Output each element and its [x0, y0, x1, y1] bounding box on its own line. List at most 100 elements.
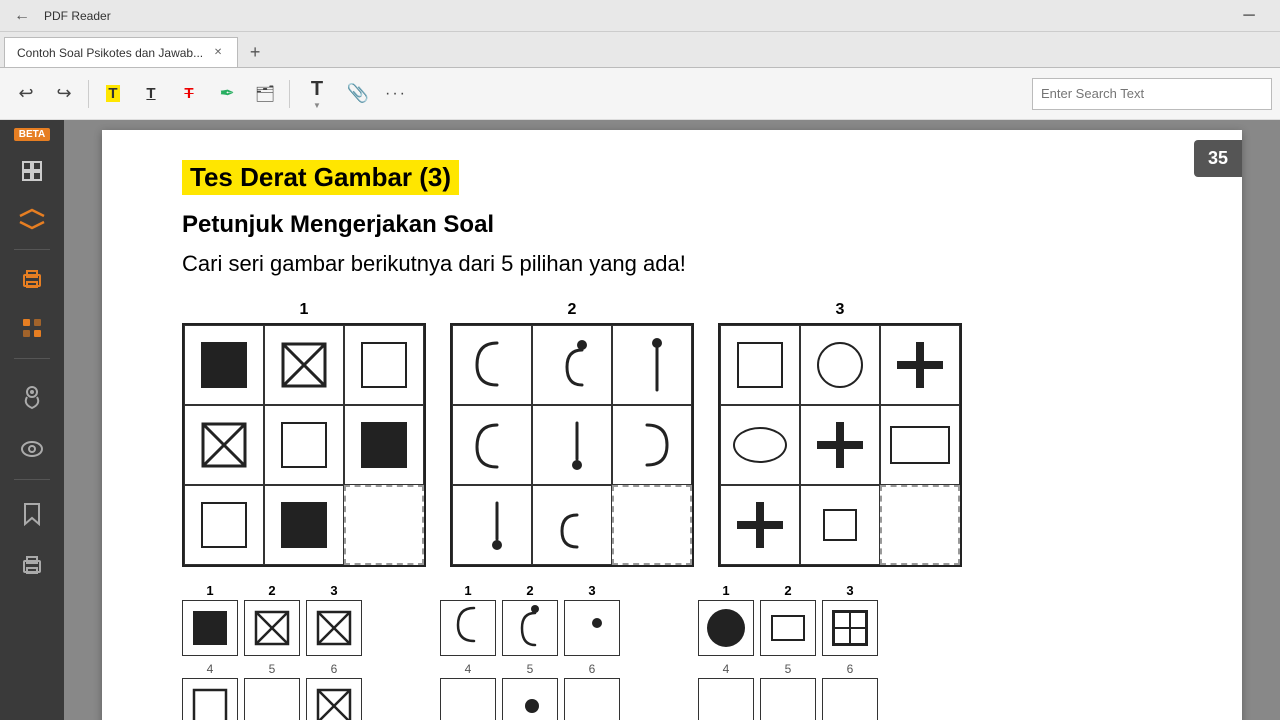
pdf-page: 35 Tes Derat Gambar (3) Petunjuk Mengerj…: [102, 130, 1242, 720]
puzzle-cell: [264, 405, 344, 485]
eye-icon: [20, 440, 44, 458]
answer-cell-5: [760, 678, 816, 720]
small-rect-shape: [817, 502, 863, 548]
hook-shape-right: [627, 415, 677, 475]
attach-icon: 📎: [347, 83, 369, 104]
answer-set-3: 1 2 3: [698, 583, 878, 720]
app-title: PDF Reader: [44, 9, 1226, 23]
tab-document[interactable]: Contoh Soal Psikotes dan Jawab... ✕: [4, 37, 238, 67]
page-body-text: Cari seri gambar berikutnya dari 5 pilih…: [182, 251, 1182, 277]
puzzles-row: 1: [182, 301, 1182, 567]
highlight-text-button[interactable]: T: [95, 74, 131, 114]
answer-row-top: 1 2: [440, 583, 620, 656]
answer-1-2: 2: [244, 583, 300, 656]
insert-text-button[interactable]: T ▼: [296, 74, 338, 114]
hook-shape: [467, 415, 517, 475]
answer-2-2: 2: [502, 583, 558, 656]
answer-3-2: 2: [760, 583, 816, 656]
x-box-shape: [253, 609, 291, 647]
undo-icon: ↩: [18, 83, 33, 104]
pen-button[interactable]: ✒: [209, 76, 245, 112]
puzzle-1-number: 1: [300, 301, 309, 319]
black-square-shape: [201, 342, 247, 388]
sidebar-divider-1: [14, 249, 50, 250]
strikethrough-text-button[interactable]: T: [171, 74, 207, 114]
answer-cell-5: [502, 678, 558, 720]
puzzle-2-grid: [450, 323, 694, 567]
convert-icon: [18, 208, 46, 230]
sidebar-item-grid[interactable]: [10, 149, 54, 193]
page-number-badge: 35: [1194, 140, 1242, 177]
insert-text-caret: ▼: [313, 101, 321, 110]
puzzle-cell: [612, 325, 692, 405]
bookmark-icon: [23, 502, 41, 526]
beta-badge: BETA: [14, 128, 50, 141]
pdf-content-area: 35 Tes Derat Gambar (3) Petunjuk Mengerj…: [64, 120, 1280, 720]
title-bar: ← PDF Reader ─: [0, 0, 1280, 32]
redo-button[interactable]: ↪: [46, 76, 82, 112]
puzzle-cell: [880, 405, 960, 485]
empty-square-shape: [361, 342, 407, 388]
underline-text-icon: T: [146, 85, 155, 102]
hook-shape: [448, 603, 488, 653]
sidebar-item-eye[interactable]: [10, 427, 54, 471]
search-box[interactable]: [1032, 78, 1272, 110]
underline-text-button[interactable]: T: [133, 74, 169, 114]
rect-wide-shape: [890, 426, 950, 464]
sidebar-divider-2: [14, 358, 50, 359]
puzzle-3-grid: [718, 323, 962, 567]
hook-small-shape: [547, 495, 597, 555]
sidebar-item-convert[interactable]: [10, 197, 54, 241]
puzzle-cell: [720, 485, 800, 565]
puzzle-cell: [452, 405, 532, 485]
sidebar-item-printer2[interactable]: [10, 544, 54, 588]
x-box-shape: [315, 609, 353, 647]
answer-set-2: 1 2: [440, 583, 620, 720]
answer-3-1: 1: [698, 583, 754, 656]
sidebar-item-bookmark[interactable]: [10, 492, 54, 536]
oval-shape: [733, 427, 787, 463]
puzzle-cell: [800, 405, 880, 485]
circle-shape: [817, 342, 863, 388]
plus-shape: [897, 342, 943, 388]
attach-button[interactable]: 📎: [340, 76, 376, 112]
highlight-text-icon: T: [106, 85, 119, 102]
puzzle-cell: [184, 325, 264, 405]
x-box-shape-half: [315, 687, 353, 720]
tools-icon: [21, 317, 43, 339]
sidebar-item-draw[interactable]: [10, 375, 54, 419]
black-square-shape: [361, 422, 407, 468]
puzzle-cell: [720, 405, 800, 485]
separator-1: [88, 80, 89, 108]
puzzle-cell: [720, 325, 800, 405]
x-box-shape: [199, 420, 249, 470]
answer-row-bottom: [440, 678, 620, 720]
answer-row-labels: 4 5 6: [698, 662, 878, 676]
puzzle-cell: [612, 405, 692, 485]
tab-close-button[interactable]: ✕: [211, 46, 225, 60]
redo-icon: ↪: [56, 83, 71, 104]
vertical-dot-bottom-shape: [467, 495, 517, 555]
puzzle-cell: [452, 325, 532, 405]
x-box-shape: [279, 340, 329, 390]
more-button[interactable]: ···: [378, 76, 414, 112]
hook-shape: [467, 335, 517, 395]
hook-with-dot-shape: [547, 335, 597, 395]
empty-sq-shape: [191, 687, 229, 720]
answer-cell-6: [564, 678, 620, 720]
stamp-button[interactable]: 🗂: [247, 76, 283, 112]
new-tab-button[interactable]: +: [240, 37, 270, 67]
undo-button[interactable]: ↩: [8, 76, 44, 112]
tab-label: Contoh Soal Psikotes dan Jawab...: [17, 46, 203, 60]
black-square-shape: [193, 611, 227, 645]
answer-cell-5: [244, 678, 300, 720]
answer-row-labels: 4 5 6: [440, 662, 620, 676]
minimize-button[interactable]: ─: [1226, 0, 1272, 32]
search-input[interactable]: [1041, 86, 1263, 101]
plus-shape: [817, 422, 863, 468]
sidebar-item-print[interactable]: [10, 258, 54, 302]
back-button[interactable]: ←: [8, 2, 36, 30]
sidebar-item-tools[interactable]: [10, 306, 54, 350]
puzzle-cell: [184, 485, 264, 565]
puzzle-cell: [344, 405, 424, 485]
